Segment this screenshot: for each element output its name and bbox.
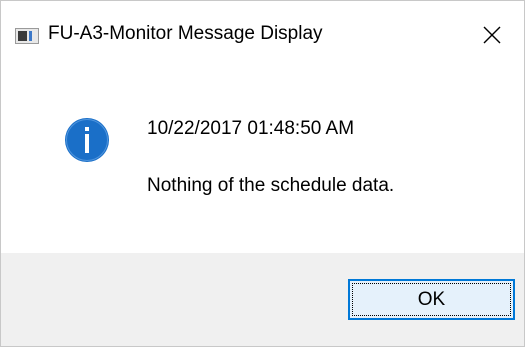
window-title: FU-A3-Monitor Message Display <box>48 23 323 44</box>
close-button[interactable] <box>469 15 515 55</box>
title-bar[interactable]: FU-A3-Monitor Message Display <box>1 1 524 67</box>
button-bar: OK <box>1 253 524 346</box>
dialog-content: 10/22/2017 01:48:50 AM Nothing of the sc… <box>1 67 524 253</box>
info-icon <box>65 118 109 162</box>
ok-button-label: OK <box>417 289 446 310</box>
ok-button[interactable]: OK <box>348 279 515 320</box>
message-dialog: FU-A3-Monitor Message Display 10/22/2017… <box>0 0 525 347</box>
message-text: Nothing of the schedule data. <box>147 175 395 196</box>
message-timestamp: 10/22/2017 01:48:50 AM <box>147 118 355 139</box>
app-window-icon <box>15 28 39 44</box>
close-icon <box>483 26 501 44</box>
